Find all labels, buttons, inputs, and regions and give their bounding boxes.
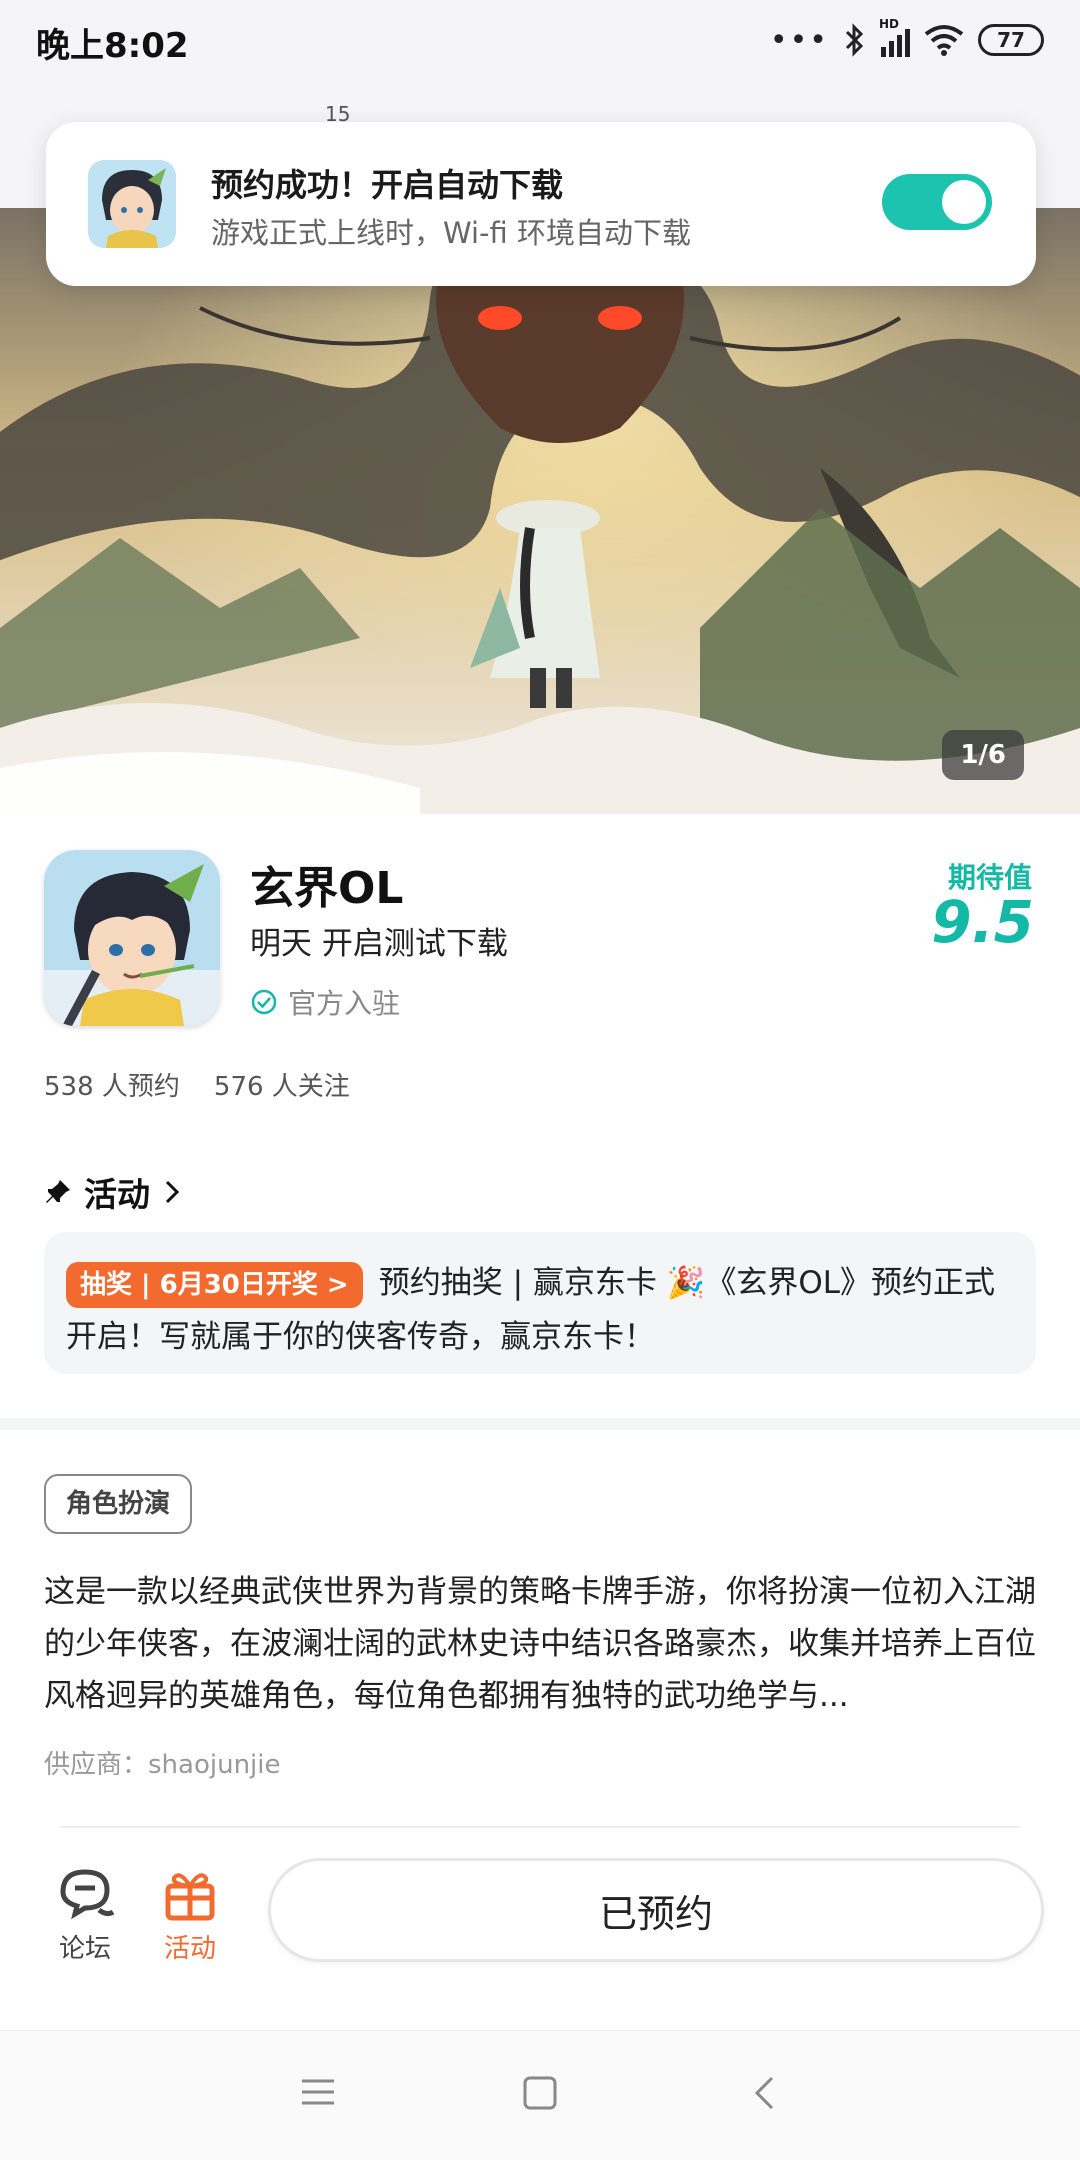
section-divider xyxy=(0,1418,1080,1430)
app-release-status: 明天 开启测试下载 xyxy=(250,926,508,962)
reservation-success-toast: 预约成功！开启自动下载 游戏正式上线时，Wi-fi 环境自动下载 xyxy=(46,122,1036,286)
signal-icon: HD xyxy=(879,17,910,57)
banner-image xyxy=(0,208,1080,814)
wifi-icon xyxy=(924,25,964,56)
battery-indicator: 77 xyxy=(978,24,1044,56)
activity-tab-label: 活动 xyxy=(163,1934,216,1964)
chevron-right-icon xyxy=(165,1180,180,1204)
activity-card[interactable]: 抽奖 | 6月30日开奖 > 预约抽奖 | 赢京东卡 🎉《玄界OL》预约正式开启！… xyxy=(44,1232,1036,1374)
forum-label: 论坛 xyxy=(58,1934,111,1964)
system-navigation-bar xyxy=(0,2030,1080,2160)
back-icon[interactable] xyxy=(752,2075,776,2111)
activity-section-header[interactable]: 活动 xyxy=(44,1168,182,1216)
reserved-button[interactable]: 已预约 xyxy=(268,1858,1044,1962)
follower-count: 576 人关注 xyxy=(213,1072,350,1102)
home-icon[interactable] xyxy=(522,2075,558,2111)
status-bar: 晚上8:02 ••• HD 77 xyxy=(0,0,1080,80)
status-time: 晚上8:02 xyxy=(36,26,189,66)
app-name: 玄界OL xyxy=(250,863,404,914)
forum-button[interactable]: 论坛 xyxy=(40,1866,130,1965)
game-description[interactable]: 这是一款以经典武侠世界为背景的策略卡牌手游，你将扮演一位初入江湖的少年侠客，在波… xyxy=(44,1566,1036,1722)
lottery-tag: 抽奖 | 6月30日开奖 > xyxy=(66,1261,363,1308)
verified-check-icon xyxy=(251,989,277,1015)
activity-header-label: 活动 xyxy=(84,1175,150,1214)
app-stats: 538 人预约 576 人关注 xyxy=(44,1066,350,1103)
bluetooth-icon xyxy=(845,23,864,57)
status-icons: ••• HD 77 xyxy=(769,17,1044,62)
toast-subtitle: 游戏正式上线时，Wi-fi 环境自动下载 xyxy=(211,216,692,250)
verified-badge: 官方入驻 xyxy=(250,982,400,1022)
expectation-score: 9.5 xyxy=(931,888,1034,956)
forum-chat-icon xyxy=(60,1869,115,1920)
content-divider xyxy=(60,1826,1020,1828)
banner-page-counter: 1/6 xyxy=(942,730,1024,780)
activity-tab-button[interactable]: 活动 xyxy=(145,1866,235,1965)
menu-icon[interactable] xyxy=(300,2075,336,2109)
toast-title: 预约成功！开启自动下载 xyxy=(211,166,564,204)
genre-tag[interactable]: 角色扮演 xyxy=(44,1474,193,1534)
verified-label: 官方入驻 xyxy=(288,987,401,1020)
reservation-count: 538 人预约 xyxy=(44,1072,180,1102)
app-icon xyxy=(44,850,220,1026)
gift-icon xyxy=(165,1873,215,1921)
more-dots-icon: ••• xyxy=(769,22,829,58)
pin-icon xyxy=(46,1180,70,1203)
toggle-knob xyxy=(942,180,986,224)
bottom-action-bar: 论坛 活动 已预约 xyxy=(0,1836,1080,2030)
banner-carousel[interactable]: 1/6 xyxy=(0,208,1080,814)
supplier-label: 供应商：shaojunjie xyxy=(44,1750,281,1780)
signal-label: HD xyxy=(879,17,900,31)
auto-download-toggle[interactable] xyxy=(882,174,992,230)
toast-game-icon xyxy=(88,160,176,248)
